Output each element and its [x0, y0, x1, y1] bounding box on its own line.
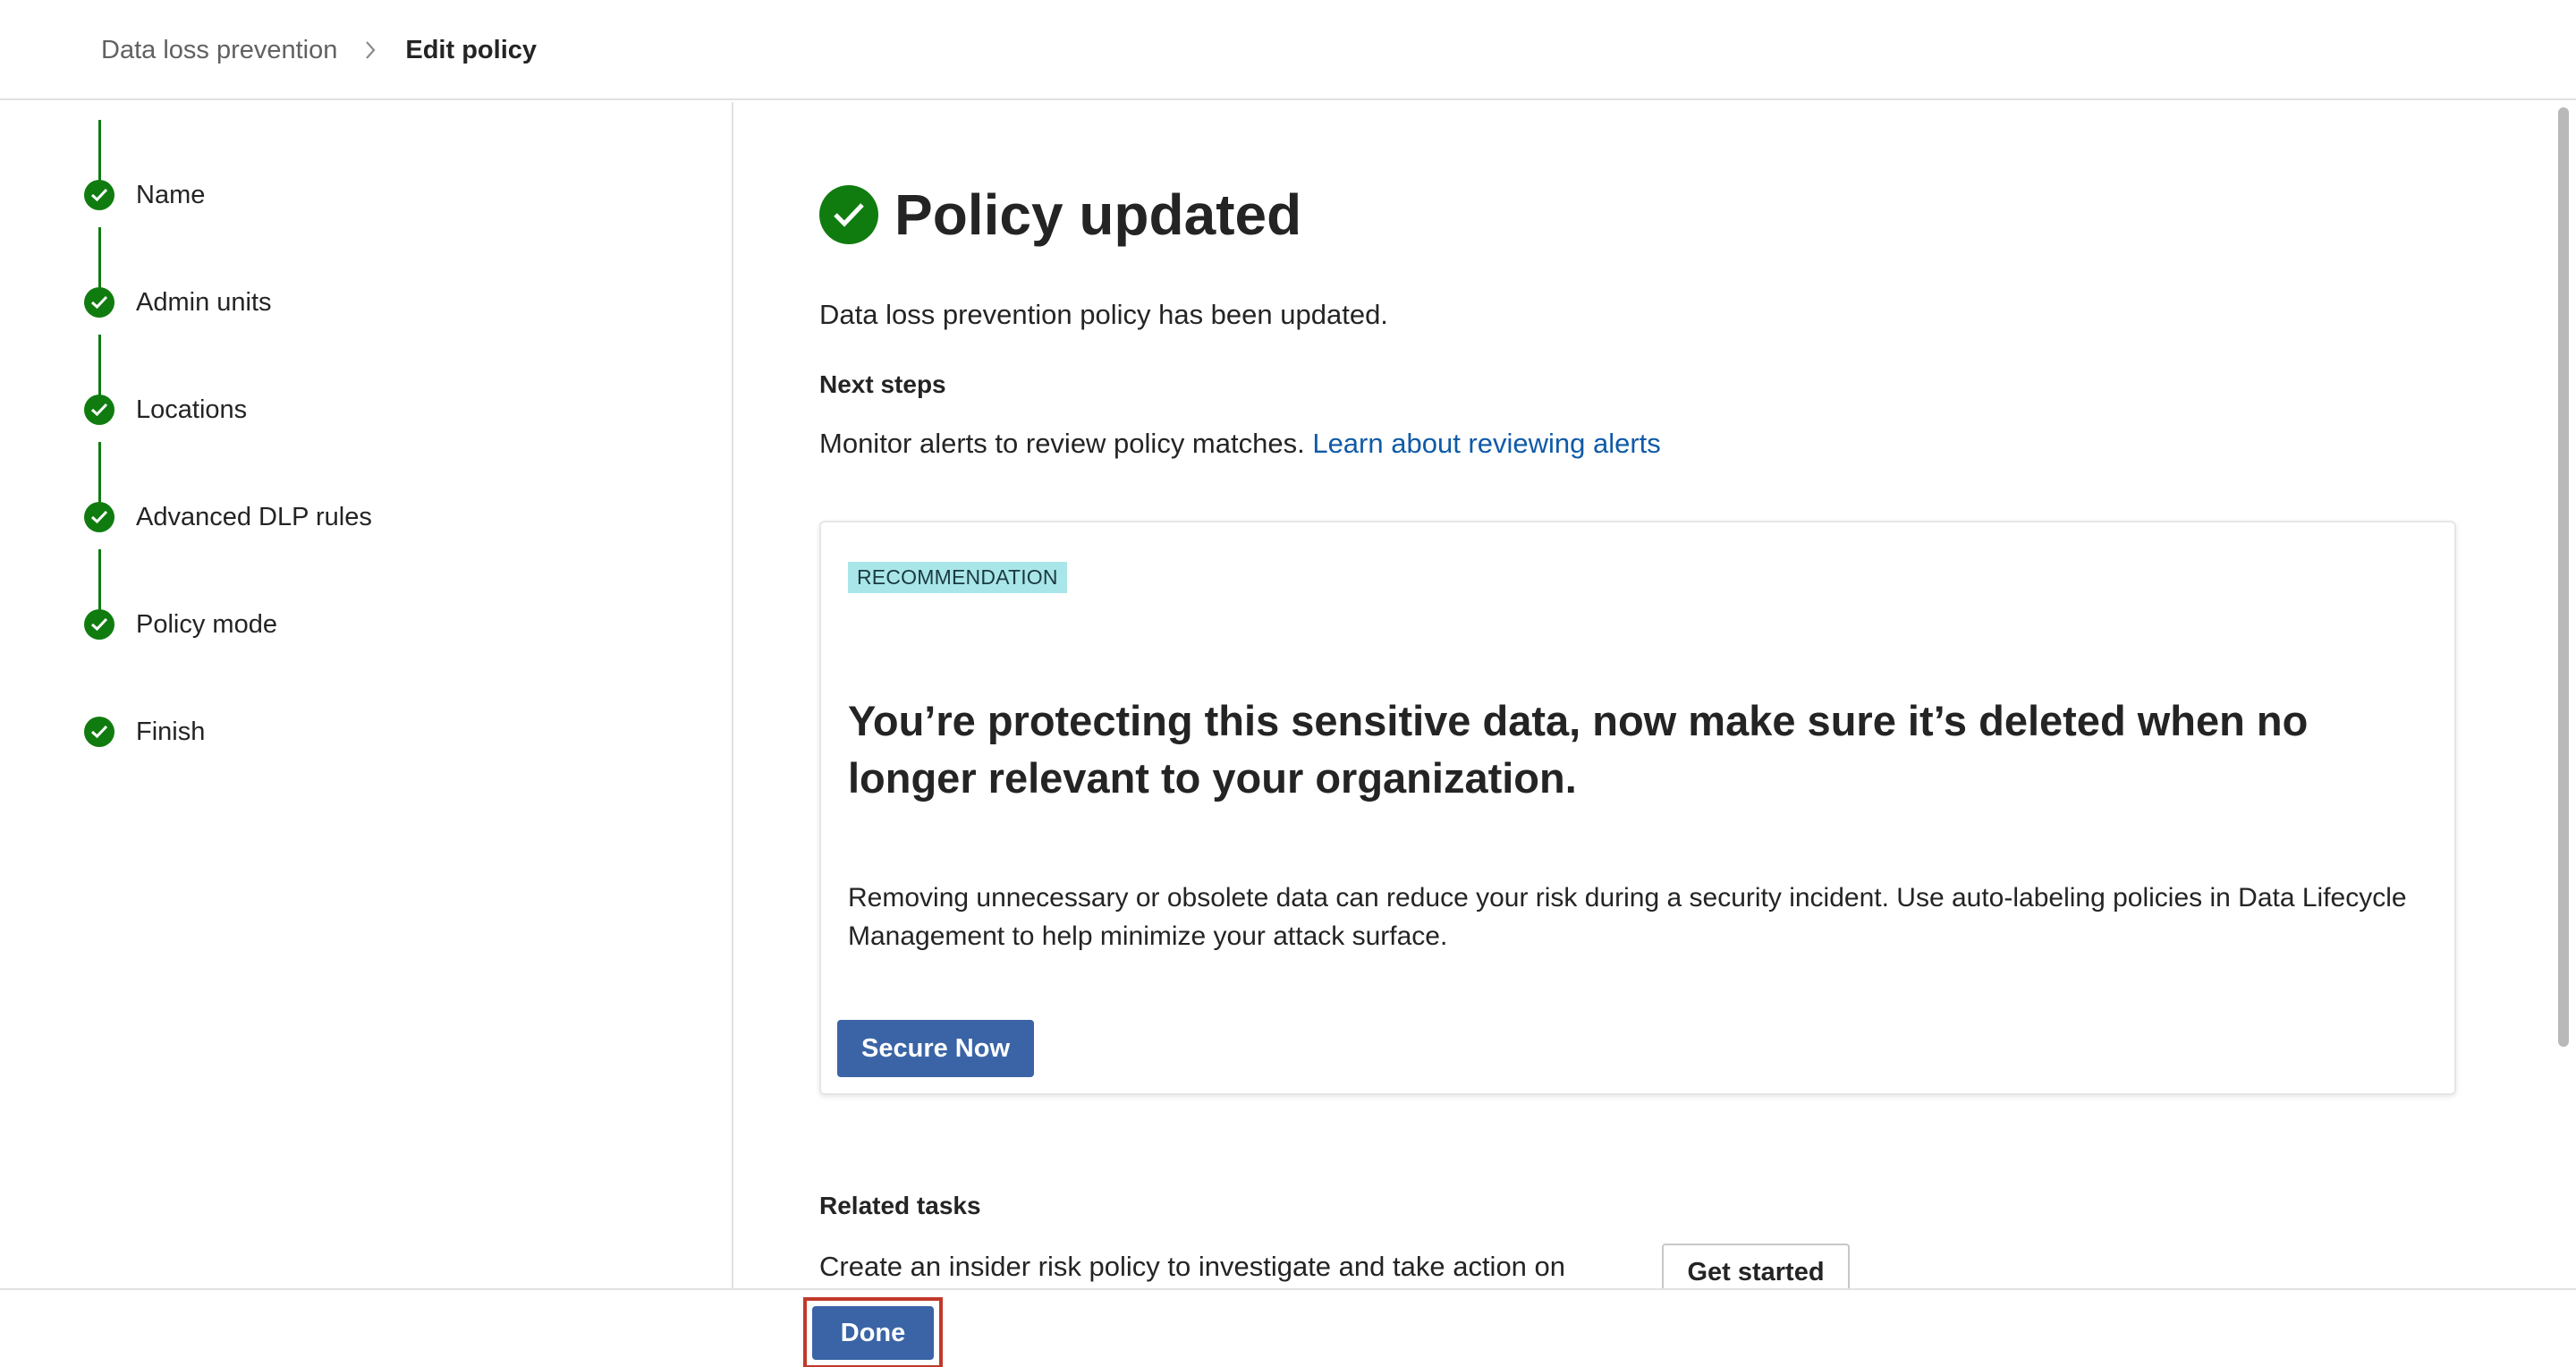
page-title: Policy updated — [894, 183, 1302, 247]
intro-text: Data loss prevention policy has been upd… — [819, 299, 1388, 330]
step-label: Admin units — [136, 287, 272, 317]
checkmark-icon — [84, 502, 114, 532]
recommendation-heading: You’re protecting this sensitive data, n… — [848, 697, 2309, 802]
vertical-scrollbar[interactable] — [2551, 102, 2576, 1288]
related-task-text: Create an insider risk policy to investi… — [819, 1251, 1566, 1282]
checkmark-icon — [84, 287, 114, 318]
main-content: Policy updated Data loss prevention poli… — [735, 102, 2551, 1288]
recommendation-body: Removing unnecessary or obsolete data ca… — [848, 883, 2407, 951]
wizard-steps: Name Admin units Locations Advanced DLP … — [0, 102, 733, 1288]
step-label: Policy mode — [136, 609, 277, 639]
breadcrumb: Data loss prevention Edit policy — [101, 32, 537, 68]
breadcrumb-current: Edit policy — [405, 36, 538, 64]
done-button[interactable]: Done — [812, 1306, 934, 1360]
step-admin-units[interactable]: Admin units — [84, 284, 272, 320]
checkmark-icon — [84, 395, 114, 425]
success-check-icon — [819, 185, 878, 244]
step-locations[interactable]: Locations — [84, 392, 247, 428]
chevron-right-icon — [364, 32, 382, 68]
checkmark-icon — [84, 180, 114, 210]
step-label: Advanced DLP rules — [136, 502, 372, 531]
step-label: Name — [136, 180, 206, 209]
monitor-text-row: Monitor alerts to review policy matches.… — [819, 428, 1661, 460]
next-steps-heading: Next steps — [819, 370, 946, 398]
monitor-text: Monitor alerts to review policy matches. — [819, 428, 1305, 459]
recommendation-card: RECOMMENDATION You’re protecting this se… — [819, 521, 2456, 1095]
step-policy-mode[interactable]: Policy mode — [84, 607, 277, 642]
get-started-button[interactable]: Get started — [1662, 1244, 1850, 1288]
scrollbar-thumb[interactable] — [2558, 107, 2569, 1047]
step-label: Locations — [136, 395, 248, 424]
secure-now-button[interactable]: Secure Now — [837, 1020, 1034, 1077]
step-advanced-dlp-rules[interactable]: Advanced DLP rules — [84, 499, 372, 535]
checkmark-icon — [84, 609, 114, 640]
header-bar: Data loss prevention Edit policy — [0, 0, 2576, 100]
breadcrumb-dlp-link[interactable]: Data loss prevention — [101, 32, 337, 68]
footer-bar: Done — [0, 1288, 2576, 1367]
checkmark-icon — [84, 717, 114, 747]
recommendation-badge: RECOMMENDATION — [848, 562, 1067, 593]
step-finish[interactable]: Finish — [84, 714, 205, 750]
step-label: Finish — [136, 717, 206, 746]
edit-policy-page: Data loss prevention Edit policy Name Ad… — [0, 0, 2576, 1367]
step-name[interactable]: Name — [84, 177, 205, 213]
related-tasks-heading: Related tasks — [819, 1192, 981, 1219]
title-row: Policy updated — [819, 181, 1301, 249]
learn-reviewing-alerts-link[interactable]: Learn about reviewing alerts — [1312, 428, 1660, 459]
